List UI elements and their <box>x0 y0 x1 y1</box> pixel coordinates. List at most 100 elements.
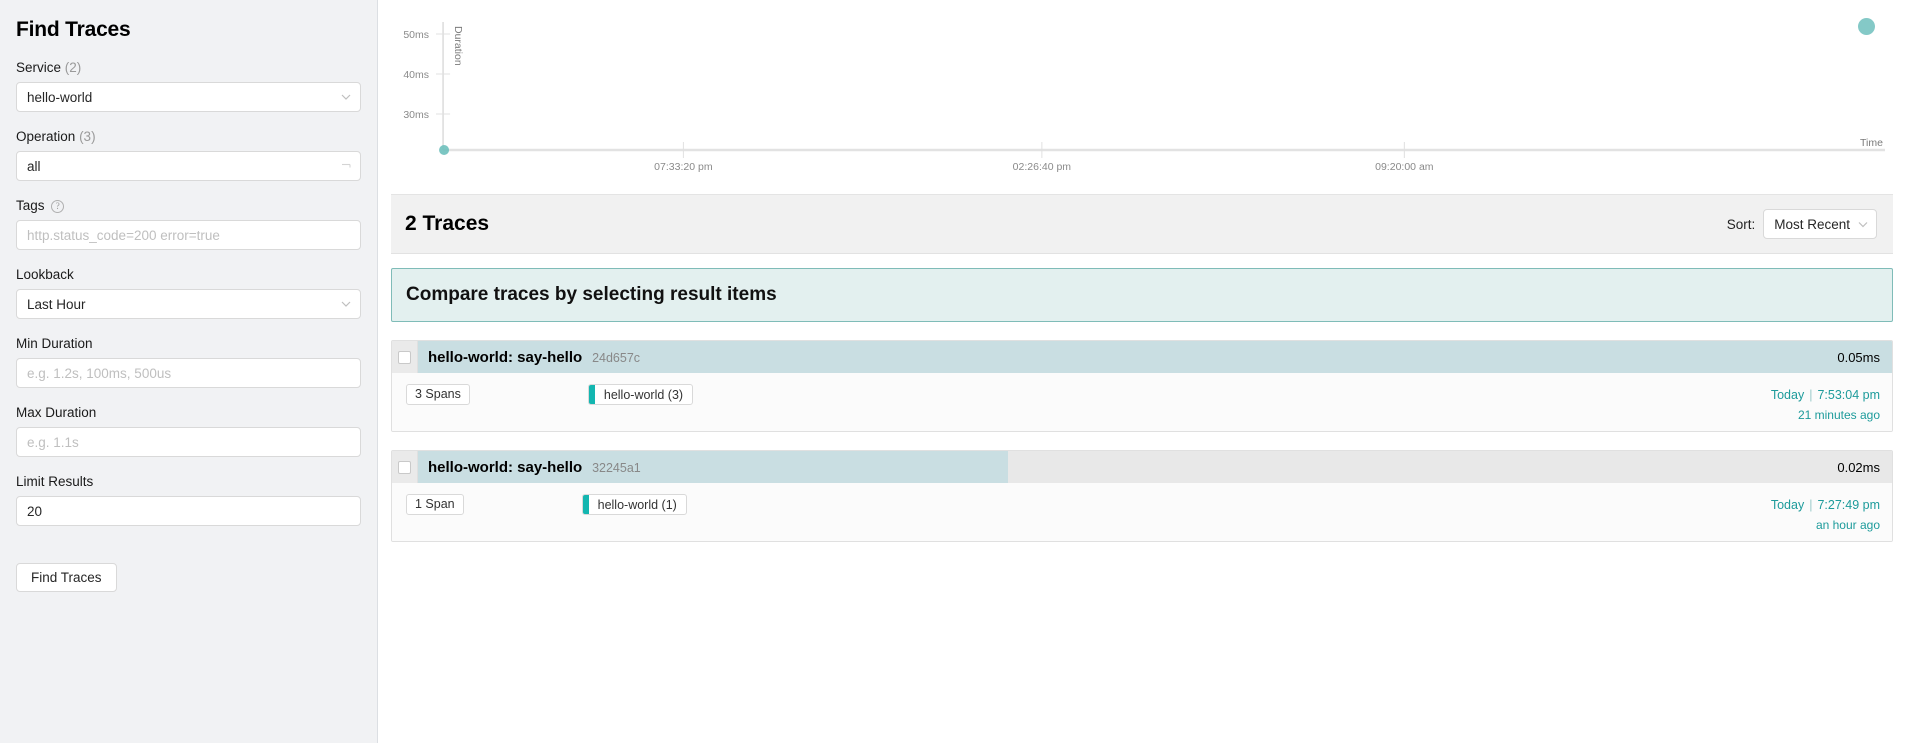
trace-duration: 0.05ms <box>1837 349 1880 365</box>
label-limit-results: Limit Results <box>16 474 361 489</box>
min-duration-input[interactable]: e.g. 1.2s, 100ms, 500us <box>16 358 361 388</box>
label-lookback-text: Lookback <box>16 267 74 282</box>
trace-bar-area: hello-world: say-hello 32245a1 0.02ms <box>418 451 1892 483</box>
trace-day: Today <box>1770 498 1805 512</box>
trace-relative-time: 21 minutes ago <box>1797 407 1880 422</box>
label-min-duration: Min Duration <box>16 336 361 351</box>
chevron-down-icon <box>1858 217 1868 232</box>
label-service: Service (2) <box>16 60 361 75</box>
trace-id: 32245a1 <box>592 460 641 475</box>
service-select-value: hello-world <box>27 89 93 105</box>
scatter-svg: 50ms 40ms 30ms 07:33:20 pm 02:26:40 pm 0… <box>403 22 1885 173</box>
trace-relative-time: an hour ago <box>1815 517 1880 532</box>
trace-service-pill: hello-world (3) <box>587 384 694 405</box>
field-limit-results: Limit Results 20 <box>16 474 361 526</box>
trace-id: 24d657c <box>592 350 641 365</box>
trace-meta: 1 Span hello-world (1) Today | 7:27:49 pm … <box>392 483 1892 541</box>
operation-select-value: all <box>27 158 41 174</box>
x-tick-2: 09:20:00 am <box>1375 161 1434 173</box>
y-tick-30: 30ms <box>403 109 429 121</box>
label-tags-text: Tags <box>16 198 45 213</box>
trace-name: hello-world: say-hello <box>428 348 583 366</box>
sort-select[interactable]: Most Recent <box>1763 209 1877 239</box>
trace-title: hello-world: say-hello 32245a1 <box>428 459 641 476</box>
x-tick-1: 02:26:40 pm <box>1013 161 1072 173</box>
trace-duration: 0.02ms <box>1837 459 1880 475</box>
trace-meta: 3 Spans hello-world (3) Today | 7:53:04 pm… <box>392 373 1892 431</box>
compare-traces-banner-text: Compare traces by selecting result items <box>406 284 777 305</box>
lookback-select-value: Last Hour <box>27 296 86 312</box>
y-axis-label: Duration <box>452 26 464 66</box>
trace-name: hello-world: say-hello <box>428 458 583 476</box>
max-duration-input[interactable]: e.g. 1.1s <box>16 427 361 457</box>
find-traces-button[interactable]: Find Traces <box>16 563 117 592</box>
field-lookback: Lookback Last Hour <box>16 267 361 319</box>
field-service: Service (2) hello-world <box>16 60 361 112</box>
question-circle-icon[interactable]: ? <box>51 200 65 213</box>
limit-results-value: 20 <box>27 503 43 519</box>
trace-result-item[interactable]: hello-world: say-hello 24d657c 0.05ms 3 … <box>391 340 1893 432</box>
label-limit-results-text: Limit Results <box>16 474 94 489</box>
service-select[interactable]: hello-world <box>16 82 361 112</box>
chevron-down-icon <box>341 161 351 171</box>
scatter-point[interactable] <box>439 145 450 155</box>
results-list: Compare traces by selecting result items… <box>378 254 1906 743</box>
trace-select-checkbox[interactable] <box>398 350 411 364</box>
label-lookback: Lookback <box>16 267 361 282</box>
chevron-down-icon <box>341 92 351 102</box>
x-axis-label: Time <box>1860 137 1883 149</box>
trace-header[interactable]: hello-world: say-hello 24d657c 0.05ms <box>392 341 1892 373</box>
label-max-duration: Max Duration <box>16 405 361 420</box>
chevron-down-icon <box>341 299 351 309</box>
chart-legend-dot-icon[interactable] <box>1858 18 1875 35</box>
sort-control: Sort: Most Recent <box>1727 209 1877 239</box>
trace-header[interactable]: hello-world: say-hello 32245a1 0.02ms <box>392 451 1892 483</box>
field-tags: Tags ? http.status_code=200 error=true <box>16 198 361 250</box>
service-pill-label: hello-world (1) <box>597 497 677 512</box>
trace-absolute-time: Today | 7:53:04 pm <box>1770 388 1880 402</box>
min-duration-placeholder: e.g. 1.2s, 100ms, 500us <box>27 365 172 381</box>
operation-select[interactable]: all <box>16 151 361 181</box>
label-operation-count: (3) <box>79 129 96 144</box>
trace-timestamps: Today | 7:53:04 pm 21 minutes ago <box>1771 384 1880 424</box>
tags-input[interactable]: http.status_code=200 error=true <box>16 220 361 250</box>
trace-scatter-chart[interactable]: 50ms 40ms 30ms 07:33:20 pm 02:26:40 pm 0… <box>391 0 1893 195</box>
label-tags: Tags ? <box>16 198 361 213</box>
trace-bar-area: hello-world: say-hello 24d657c 0.05ms <box>418 341 1892 373</box>
label-operation-text: Operation <box>16 129 76 144</box>
limit-results-input[interactable]: 20 <box>16 496 361 526</box>
trace-select-cell[interactable] <box>392 341 418 373</box>
results-header: 2 Traces Sort: Most Recent <box>391 195 1893 254</box>
trace-select-checkbox[interactable] <box>398 460 411 474</box>
jaeger-search-page: Find Traces Service (2) hello-world Oper… <box>0 0 1906 743</box>
trace-title: hello-world: say-hello 24d657c <box>428 349 640 366</box>
label-operation: Operation (3) <box>16 129 361 144</box>
label-service-count: (2) <box>64 60 82 75</box>
search-sidebar: Find Traces Service (2) hello-world Oper… <box>0 0 378 743</box>
trace-service-pill: hello-world (1) <box>581 494 687 515</box>
sort-label: Sort: <box>1726 216 1756 232</box>
trace-day: Today <box>1770 388 1805 402</box>
sort-select-value: Most Recent <box>1774 216 1850 232</box>
y-tick-50: 50ms <box>403 29 429 41</box>
page-title: Find Traces <box>16 18 131 41</box>
x-tick-0: 07:33:20 pm <box>654 161 713 173</box>
field-operation: Operation (3) all <box>16 129 361 181</box>
trace-select-cell[interactable] <box>392 451 418 483</box>
trace-span-count: 3 Spans <box>406 384 470 405</box>
trace-time: 7:53:04 pm <box>1817 388 1880 402</box>
results-count: 2 Traces <box>405 212 490 235</box>
trace-absolute-time: Today | 7:27:49 pm <box>1770 498 1880 512</box>
trace-result-item[interactable]: hello-world: say-hello 32245a1 0.02ms 1 … <box>391 450 1893 542</box>
main-content: 50ms 40ms 30ms 07:33:20 pm 02:26:40 pm 0… <box>378 0 1906 743</box>
label-service-text: Service <box>16 60 62 75</box>
y-tick-40: 40ms <box>403 69 429 81</box>
max-duration-placeholder: e.g. 1.1s <box>27 434 79 450</box>
field-min-duration: Min Duration e.g. 1.2s, 100ms, 500us <box>16 336 361 388</box>
trace-time: 7:27:49 pm <box>1817 498 1880 512</box>
lookback-select[interactable]: Last Hour <box>16 289 361 319</box>
trace-span-count: 1 Span <box>406 494 464 515</box>
tags-input-placeholder: http.status_code=200 error=true <box>27 227 220 243</box>
label-max-duration-text: Max Duration <box>16 405 97 420</box>
trace-timestamps: Today | 7:27:49 pm an hour ago <box>1771 494 1880 534</box>
